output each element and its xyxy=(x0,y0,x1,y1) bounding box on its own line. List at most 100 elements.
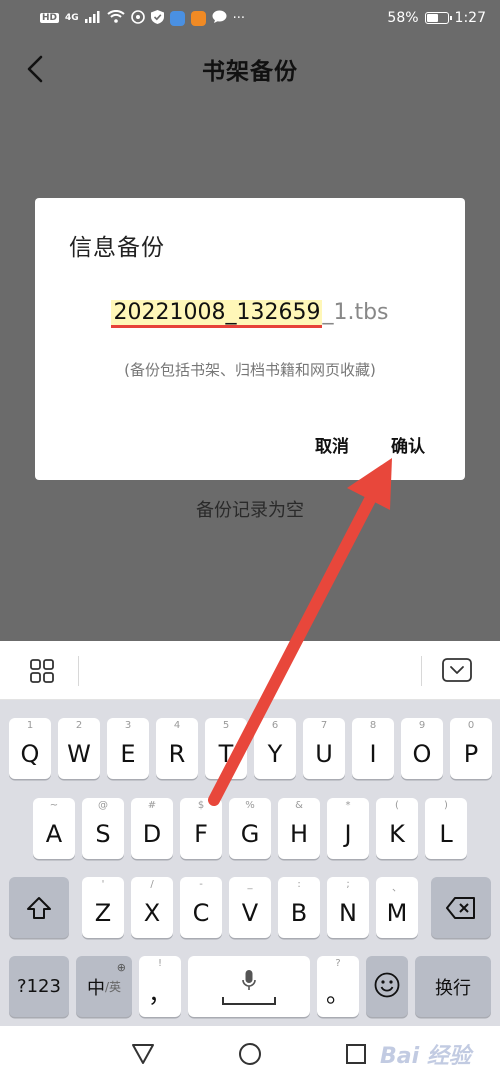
period-key[interactable]: ? 。 xyxy=(317,956,359,1017)
key-hint: 0 xyxy=(467,720,475,731)
key-d[interactable]: # D xyxy=(131,798,173,859)
back-arrow-icon[interactable] xyxy=(24,54,50,84)
key-hint: 6 xyxy=(271,720,279,731)
key-u[interactable]: 7U xyxy=(303,718,345,779)
period-key-hint: ? xyxy=(335,958,341,969)
key-hint: 9 xyxy=(418,720,426,731)
battery-icon xyxy=(424,12,452,24)
key-hint: # xyxy=(147,800,157,811)
key-label: V xyxy=(241,898,259,927)
key-label: Y xyxy=(267,739,283,768)
backup-dialog: 信息备份 20221008_132659_1.tbs (备份包括书架、归档书籍和… xyxy=(35,198,465,480)
key-v[interactable]: _ V xyxy=(229,877,271,938)
key-hint: 8 xyxy=(369,720,377,731)
key-label: T xyxy=(218,739,234,768)
key-hint: ) xyxy=(444,800,448,811)
symbols-key-label: ?123 xyxy=(17,976,61,997)
key-h[interactable]: & H xyxy=(278,798,320,859)
empty-backup-message: 备份记录为空 xyxy=(196,500,304,521)
emoji-icon xyxy=(374,972,400,1002)
key-label: K xyxy=(389,819,405,848)
key-hint: _ xyxy=(247,879,253,890)
key-c[interactable]: -C xyxy=(180,877,222,938)
key-w[interactable]: 2W xyxy=(58,718,100,779)
key-s[interactable]: @ S xyxy=(82,798,124,859)
backspace-key[interactable] xyxy=(431,877,491,938)
key-a[interactable]: ~ A xyxy=(33,798,75,859)
network-type-label: 4G xyxy=(65,12,79,23)
key-hint: ~ xyxy=(49,800,59,811)
key-hint: 7 xyxy=(320,720,328,731)
globe-icon: ⊕ xyxy=(116,961,126,974)
chat-bubble-icon xyxy=(212,10,227,26)
language-switch-key[interactable]: ⊕ 中/英 xyxy=(76,956,132,1017)
key-p[interactable]: 0P xyxy=(450,718,492,779)
key-i[interactable]: 8I xyxy=(352,718,394,779)
shift-key[interactable] xyxy=(9,877,69,938)
enter-key[interactable]: 换行 xyxy=(415,956,491,1017)
key-hint: 5 xyxy=(222,720,230,731)
key-hint: 4 xyxy=(173,720,181,731)
key-label: J xyxy=(344,819,352,848)
period-key-label: 。 xyxy=(326,980,350,1008)
cancel-button[interactable]: 取消 xyxy=(315,428,349,461)
key-r[interactable]: 4R xyxy=(156,718,198,779)
keyboard-menu-grid-icon[interactable] xyxy=(30,659,54,683)
comma-key-label: ， xyxy=(148,980,172,1008)
key-label: R xyxy=(168,739,186,768)
key-b[interactable]: :B xyxy=(278,877,320,938)
key-f[interactable]: $ F xyxy=(180,798,222,859)
key-j[interactable]: * J xyxy=(327,798,369,859)
nav-home-icon[interactable] xyxy=(238,1042,262,1066)
filename-field[interactable]: 20221008_132659_1.tbs xyxy=(35,300,465,328)
symbols-key[interactable]: ?123 xyxy=(9,956,69,1017)
key-label: W xyxy=(67,739,91,768)
nav-recent-apps-icon[interactable] xyxy=(345,1043,367,1065)
dialog-actions: 取消 确认 xyxy=(315,428,465,461)
more-notifications: ··· xyxy=(232,10,246,26)
key-hint: ; xyxy=(346,879,350,890)
enter-key-label: 换行 xyxy=(435,977,471,999)
emoji-key[interactable] xyxy=(366,956,408,1017)
key-m[interactable]: 、 M xyxy=(376,877,418,938)
hide-keyboard-icon[interactable] xyxy=(442,658,472,682)
key-g[interactable]: % G xyxy=(229,798,271,859)
key-hint: ( xyxy=(395,800,399,811)
key-t[interactable]: 5T xyxy=(205,718,247,779)
key-hint: 2 xyxy=(75,720,83,731)
key-hint: 、 xyxy=(392,883,402,894)
key-hint: : xyxy=(297,879,301,890)
status-bar: HD 4G ··· 58% 1:27 xyxy=(0,0,500,36)
key-hint: ' xyxy=(101,879,105,890)
key-n[interactable]: ; N xyxy=(327,877,369,938)
key-o[interactable]: 9O xyxy=(401,718,443,779)
hd-indicator: HD xyxy=(40,13,60,23)
key-hint: & xyxy=(295,800,303,811)
app-notification-icon-orange xyxy=(190,10,206,26)
lang-key-main: 中 xyxy=(86,977,105,999)
key-label: C xyxy=(192,898,210,927)
key-label: G xyxy=(240,819,260,848)
key-e[interactable]: 3E xyxy=(107,718,149,779)
microphone-icon xyxy=(242,970,256,992)
key-x[interactable]: / X xyxy=(131,877,173,938)
key-y[interactable]: 6Y xyxy=(254,718,296,779)
key-label: Q xyxy=(20,739,40,768)
key-label: X xyxy=(143,898,161,927)
status-left: HD 4G ··· xyxy=(40,9,387,27)
key-label: D xyxy=(142,819,162,848)
key-z[interactable]: ' Z xyxy=(82,877,124,938)
space-key[interactable] xyxy=(188,956,310,1017)
dialog-note: (备份包括书架、归档书籍和网页收藏) xyxy=(124,361,376,379)
key-k[interactable]: (K xyxy=(376,798,418,859)
filename-text[interactable]: 20221008_132659 xyxy=(111,300,323,328)
comma-key[interactable]: ! ， xyxy=(139,956,181,1017)
confirm-button[interactable]: 确认 xyxy=(391,428,425,461)
key-hint: 3 xyxy=(124,720,132,731)
key-l[interactable]: ) L xyxy=(425,798,467,859)
key-label: S xyxy=(95,819,111,848)
key-q[interactable]: 1Q xyxy=(9,718,51,779)
nav-back-icon[interactable] xyxy=(131,1043,155,1065)
key-label: P xyxy=(463,739,479,768)
app-notification-icon-blue xyxy=(169,10,185,26)
